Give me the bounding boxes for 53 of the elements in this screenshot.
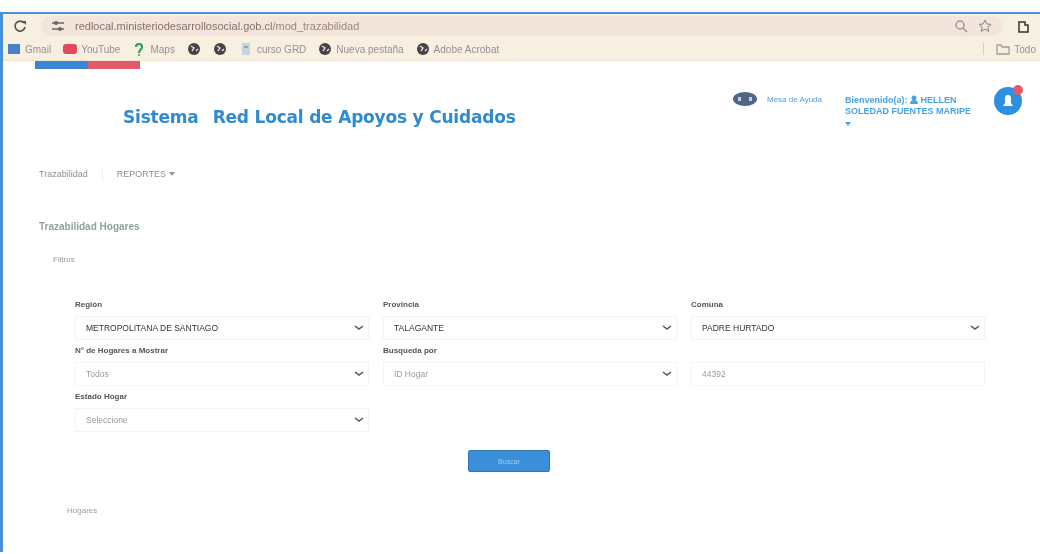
bookmark[interactable]: curso GRD bbox=[238, 42, 307, 56]
address-bar[interactable]: redlocal.ministeriodesarrollosocial.gob.cl/mod_trazabilidad bbox=[41, 16, 1002, 36]
field-label: Provincia bbox=[383, 300, 420, 310]
input-field[interactable]: 44392 bbox=[691, 362, 985, 386]
help-link[interactable]: Mesa de Ayuda bbox=[767, 94, 822, 104]
user-menu[interactable]: Bienvenido(a): HELLEN SOLEDAD FUENTES MARIPE bbox=[845, 95, 973, 128]
results-heading: Hogares bbox=[67, 506, 99, 515]
person-icon bbox=[910, 95, 918, 104]
chevron-icon bbox=[354, 325, 364, 331]
folder-icon bbox=[996, 42, 1011, 56]
caret-icon bbox=[845, 122, 851, 126]
field-label: Busqueda por bbox=[383, 346, 438, 356]
field-label: Región bbox=[75, 300, 104, 310]
globe-icon bbox=[212, 42, 227, 56]
dropdown-field[interactable]: Todos bbox=[75, 362, 369, 386]
bookmark[interactable] bbox=[186, 42, 201, 56]
bookmark[interactable]: Gmail bbox=[7, 42, 52, 56]
bookmark[interactable]: Maps bbox=[132, 42, 175, 56]
dropdown-field[interactable]: TALAGANTE bbox=[383, 316, 677, 340]
bookmark[interactable]: Nueva pestaña bbox=[318, 42, 404, 56]
all-bookmarks[interactable]: Todo bbox=[996, 42, 1036, 56]
headset-icon bbox=[733, 92, 757, 106]
page-title: Trazabilidad Hogares bbox=[39, 221, 141, 232]
filters-heading: Filtros bbox=[53, 255, 76, 264]
field-label: N° de Hogares a Mostrar bbox=[75, 346, 169, 356]
search-icon bbox=[954, 19, 968, 33]
field-label: Comuna bbox=[691, 300, 724, 310]
tune-icon bbox=[51, 19, 65, 33]
dropdown-field[interactable]: METROPOLITANA DE SANTIAGO bbox=[75, 316, 369, 340]
caret-icon bbox=[169, 172, 176, 176]
nav-link[interactable]: Trazabilidad bbox=[39, 167, 88, 181]
site-title: Red Local de Apoyos y Cuidados bbox=[212, 107, 516, 127]
nav-link[interactable]: REPORTES bbox=[116, 167, 176, 181]
chevron-icon bbox=[970, 325, 980, 331]
chevron-icon bbox=[354, 371, 364, 377]
globe-icon bbox=[318, 42, 333, 56]
reload-icon bbox=[13, 19, 27, 33]
dropdown-field[interactable]: Seleccione bbox=[75, 408, 369, 432]
system-label: Sistema bbox=[123, 107, 199, 127]
globe-icon bbox=[186, 42, 201, 56]
bookmark[interactable] bbox=[212, 42, 227, 56]
url-text: redlocal.ministeriodesarrollosocial.gob.cl/mod_trazabilidad bbox=[75, 20, 360, 32]
bookmark[interactable]: Adobe Acrobat bbox=[415, 42, 500, 56]
field-label: Estado Hogar bbox=[75, 392, 128, 402]
chevron-icon bbox=[662, 325, 672, 331]
globe-icon bbox=[415, 42, 430, 56]
chevron-icon bbox=[354, 417, 364, 423]
dropdown-field[interactable]: PADRE HURTADO bbox=[691, 316, 985, 340]
bookmark[interactable]: YouTube bbox=[63, 42, 121, 56]
chevron-icon bbox=[662, 371, 672, 377]
extension-icon bbox=[1016, 19, 1030, 33]
star-icon bbox=[978, 19, 992, 33]
dropdown-field[interactable]: ID Hogar bbox=[383, 362, 677, 386]
